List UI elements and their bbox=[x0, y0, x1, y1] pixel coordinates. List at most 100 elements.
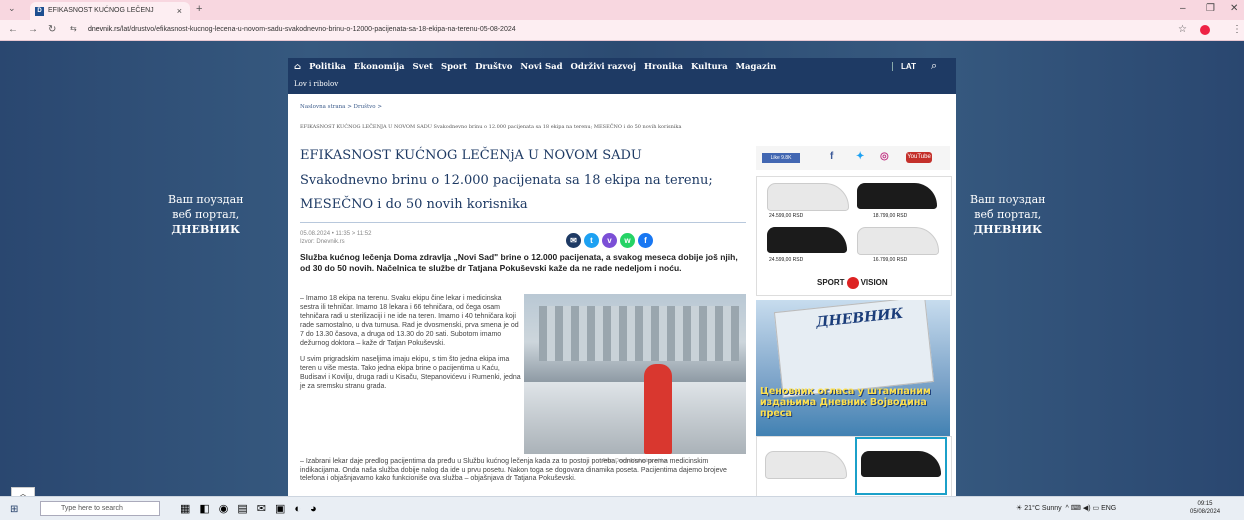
youtube-icon[interactable]: YouTube bbox=[906, 152, 932, 163]
maximize-icon[interactable]: ❐ bbox=[1206, 3, 1215, 14]
promo-text: Ценовник огласа у штампаним издањима Дне… bbox=[760, 386, 931, 419]
article-paragraph: – Izabrani lekar daje predlog pacijentim… bbox=[300, 458, 746, 484]
profile-avatar[interactable] bbox=[1200, 25, 1210, 35]
site-info-icon[interactable]: ⇆ bbox=[70, 24, 77, 33]
nav-item[interactable]: Ekonomija bbox=[354, 62, 405, 72]
breadcrumb-home[interactable]: Naslovna strana bbox=[300, 104, 345, 110]
favicon-icon: D bbox=[35, 7, 44, 16]
nav-item[interactable]: Kultura bbox=[691, 62, 728, 72]
right-banner-text[interactable]: Ваш поуздан веб портал, ДНЕВНИК bbox=[970, 192, 1045, 237]
address-bar-row: ← → ↻ ⇆ dnevnik.rs/lat/drustvo/efikasnos… bbox=[0, 20, 1244, 41]
viber-share-icon[interactable]: v bbox=[602, 233, 617, 248]
article-title: Svakodnevno brinu o 12.000 pacijenata sa… bbox=[300, 173, 713, 212]
article-page: ⌂ Politika Ekonomija Svet Sport Društvo … bbox=[288, 58, 956, 500]
newspaper-masthead: ДНЕВНИК bbox=[815, 305, 904, 331]
banner-line: веб портал, bbox=[974, 208, 1042, 221]
home-icon[interactable]: ⌂ bbox=[294, 62, 301, 72]
newspaper-cover: ДНЕВНИК bbox=[773, 300, 935, 398]
tab-search-icon[interactable]: ⌄ bbox=[8, 3, 16, 14]
bookmark-star-icon[interactable]: ☆ bbox=[1178, 24, 1187, 35]
browser-menu-icon[interactable]: ⋮ bbox=[1232, 24, 1242, 35]
url-field[interactable]: dnevnik.rs/lat/drustvo/efikasnost-kucnog… bbox=[88, 23, 1208, 37]
banner-line: Ваш поуздан bbox=[168, 193, 244, 206]
whatsapp-share-icon[interactable]: w bbox=[620, 233, 635, 248]
sportvision-ad[interactable]: 24.599,00 RSD 18.799,00 RSD 24.599,00 RS… bbox=[756, 176, 952, 296]
nav-item[interactable]: Društvo bbox=[475, 62, 512, 72]
site-navigation: ⌂ Politika Ekonomija Svet Sport Društvo … bbox=[288, 58, 956, 94]
reload-icon[interactable]: ↻ bbox=[48, 24, 56, 35]
minimize-icon[interactable]: – bbox=[1180, 3, 1186, 14]
photo-building bbox=[539, 306, 739, 361]
article-paragraph: – Imamo 18 ekipa na terenu. Svaku ekipu … bbox=[300, 295, 519, 347]
banner-brand: ДНЕВНИК bbox=[171, 223, 241, 236]
nav-menu: ⌂ Politika Ekonomija Svet Sport Društvo … bbox=[294, 62, 781, 72]
photo-car bbox=[524, 382, 746, 454]
shoe-image bbox=[767, 227, 847, 253]
nav-subitem[interactable]: Lov i ribolov bbox=[294, 80, 338, 88]
nav-item[interactable]: Politika bbox=[309, 62, 346, 72]
windows-start-icon[interactable]: ⊞ bbox=[10, 504, 18, 515]
article-photo[interactable] bbox=[524, 294, 746, 454]
language-indicator[interactable]: ENG bbox=[1101, 505, 1116, 512]
article-lead: Služba kućnog lečenja Doma zdravlja „Nov… bbox=[300, 252, 738, 273]
script-toggle[interactable]: LAT bbox=[892, 62, 916, 71]
url-host: dnevnik.rs bbox=[88, 26, 120, 33]
search-placeholder: Type here to search bbox=[61, 505, 123, 512]
ad-price: 18.799,00 RSD bbox=[873, 213, 908, 219]
banner-brand: ДНЕВНИК bbox=[973, 223, 1043, 236]
shoe-image bbox=[857, 183, 937, 209]
taskbar-clock[interactable]: 09:15 05/08/2024 bbox=[1190, 500, 1220, 516]
facebook-share-icon[interactable]: f bbox=[638, 233, 653, 248]
selected-frame bbox=[855, 437, 947, 495]
forward-icon[interactable]: → bbox=[28, 24, 38, 35]
browser-tab-bar: ⌄ D EFIKASNOST KUĆNOG LEČENJ × + – ❐ ✕ bbox=[0, 0, 1244, 20]
system-tray: ☀ 21°C Sunny ^ ⌨ ◀) ▭ ENG bbox=[1016, 505, 1117, 512]
taskbar-apps[interactable]: ▦◧◉▤✉▣◐◕ bbox=[180, 502, 326, 515]
breadcrumb-section[interactable]: Društvo bbox=[354, 104, 376, 110]
photo-person bbox=[644, 364, 672, 454]
twitter-icon[interactable]: ✦ bbox=[856, 151, 864, 162]
ad-price: 24.599,00 RSD bbox=[769, 257, 804, 263]
share-buttons: ✉ t v w f bbox=[566, 230, 656, 248]
shoe-carousel-ad[interactable] bbox=[756, 436, 952, 500]
facebook-icon[interactable]: f bbox=[830, 151, 833, 162]
social-bar: Like 9.8K f ✦ ◎ YouTube bbox=[756, 146, 950, 170]
nav-item[interactable]: Novi Sad bbox=[520, 62, 562, 72]
nav-item[interactable]: Hronika bbox=[644, 62, 683, 72]
search-icon[interactable]: ⌕ bbox=[931, 60, 937, 73]
article-kicker: EFIKASNOST KUĆNOG LEČENjA U NOVOM SADU bbox=[300, 148, 642, 163]
email-share-icon[interactable]: ✉ bbox=[566, 233, 581, 248]
url-path: /lat/drustvo/efikasnost-kucnog-lecena-u-… bbox=[119, 26, 516, 33]
ad-price: 16.799,00 RSD bbox=[873, 257, 908, 263]
article-paragraph-text: – Izabrani lekar daje predlog pacijentim… bbox=[300, 458, 727, 482]
instagram-icon[interactable]: ◎ bbox=[880, 151, 889, 162]
breadcrumb-sep: > bbox=[377, 104, 382, 110]
brand-right: VISION bbox=[860, 278, 888, 288]
new-tab-icon[interactable]: + bbox=[196, 3, 202, 15]
breadcrumb-current: EFIKASNOST KUĆNOG LEČENJA U NOVOM SADU S… bbox=[300, 124, 682, 130]
twitter-share-icon[interactable]: t bbox=[584, 233, 599, 248]
browser-tab[interactable]: D EFIKASNOST KUĆNOG LEČENJ × bbox=[30, 2, 190, 20]
back-icon[interactable]: ← bbox=[8, 24, 18, 35]
nav-item[interactable]: Održivi razvoj bbox=[571, 62, 637, 72]
article-paragraph: U svim prigradskim naseljima imaju ekipu… bbox=[300, 356, 521, 390]
clock-time: 09:15 bbox=[1197, 501, 1213, 507]
banner-line: веб портал, bbox=[172, 208, 240, 221]
nav-item[interactable]: Svet bbox=[413, 62, 433, 72]
sportvision-logo: SPORT VISION bbox=[817, 277, 888, 289]
shoe-image bbox=[767, 183, 849, 211]
shoe-image bbox=[765, 451, 847, 479]
nav-item[interactable]: Sport bbox=[441, 62, 467, 72]
nav-item[interactable]: Magazin bbox=[736, 62, 777, 72]
close-window-icon[interactable]: ✕ bbox=[1230, 3, 1238, 14]
weather-icon: ☀ bbox=[1016, 505, 1023, 512]
weather-text[interactable]: 21°C Sunny bbox=[1024, 505, 1061, 512]
article-source: Izvor: Dnevnik.rs bbox=[300, 239, 345, 245]
ad-price: 24.599,00 RSD bbox=[769, 213, 804, 219]
close-tab-icon[interactable]: × bbox=[177, 6, 182, 16]
left-banner-text[interactable]: Ваш поуздан веб портал, ДНЕВНИК bbox=[168, 192, 243, 237]
article-date: 05.08.2024 • 11:35 > 11:52 bbox=[300, 231, 372, 237]
taskbar-search-input[interactable]: Type here to search bbox=[40, 501, 160, 516]
facebook-like-button[interactable]: Like 9.8K bbox=[762, 153, 800, 163]
newspaper-promo[interactable]: ДНЕВНИК Ценовник огласа у штампаним изда… bbox=[756, 300, 950, 440]
